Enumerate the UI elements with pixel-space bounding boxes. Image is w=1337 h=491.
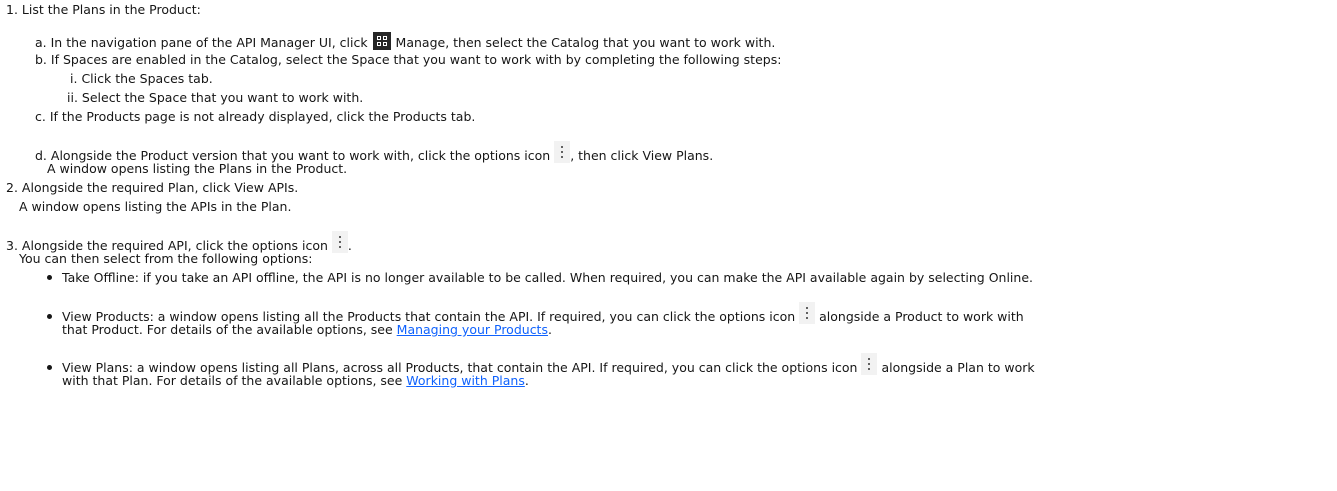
step-2-result: A window opens listing the APIs in the P… (19, 199, 292, 214)
step-1b-ii-text: Select the Space that you want to work w… (81, 90, 364, 105)
period: . (547, 322, 552, 337)
step-1-text: List the Plans in the Product: (21, 2, 201, 17)
bullet (47, 365, 52, 370)
step-1b-marker: b. (35, 52, 47, 67)
step-1b-text: If Spaces are enabled in the Catalog, se… (50, 52, 782, 67)
step-1a-text-after: Manage, then select the Catalog that you… (391, 35, 776, 50)
option-view-plans-line2: with that Plan. For details of the avail… (62, 373, 529, 389)
step-1b-i: i. Click the Spaces tab. (70, 71, 213, 87)
step-1a-text: In the navigation pane of the API Manage… (50, 35, 372, 50)
bullet (47, 314, 52, 319)
step-1d-result: A window opens listing the Plans in the … (47, 161, 348, 176)
step-1b-ii: ii. Select the Space that you want to wo… (67, 90, 363, 106)
step-3-intro: You can then select from the following o… (19, 251, 313, 266)
step-1-number: 1. (6, 2, 18, 17)
step-1b-i-text: Click the Spaces tab. (81, 71, 213, 86)
option-view-plans-text-after: alongside a Plan to work (877, 360, 1035, 375)
option-view-products-line2-text: that Product. For details of the availab… (62, 322, 397, 337)
step-1d-text-after: , then click View Plans. (570, 148, 714, 163)
option-take-offline: Take Offline: if you take an API offline… (47, 270, 1033, 286)
option-view-products-line2: that Product. For details of the availab… (62, 322, 552, 338)
step-2-number: 2. (6, 180, 18, 195)
step-1a: a. In the navigation pane of the API Man… (35, 32, 775, 51)
step-2: 2. Alongside the required Plan, click Vi… (6, 180, 298, 196)
step-1c-text: If the Products page is not already disp… (49, 109, 476, 124)
overflow-menu-icon (799, 302, 816, 324)
working-with-plans-link[interactable]: Working with Plans (406, 373, 525, 388)
option-take-offline-text: Take Offline: if you take an API offline… (62, 270, 1033, 285)
step-1c-marker: c. (35, 109, 46, 124)
overflow-menu-icon (861, 353, 878, 375)
step-1b-i-marker: i. (70, 71, 78, 86)
manage-grid-icon (372, 32, 391, 50)
step-3-number: 3. (6, 238, 18, 253)
step-1d-marker: d. (35, 148, 47, 163)
option-view-products-text-after: alongside a Product to work with (815, 309, 1024, 324)
step-3-text-after: . (347, 238, 352, 253)
overflow-menu-icon (331, 231, 348, 253)
step-1c: c. If the Products page is not already d… (35, 109, 475, 125)
step-1: 1. List the Plans in the Product: (6, 2, 201, 18)
step-2-text: Alongside the required Plan, click View … (21, 180, 299, 195)
step-1b: b. If Spaces are enabled in the Catalog,… (35, 52, 781, 68)
option-view-plans-line2-text: with that Plan. For details of the avail… (62, 373, 407, 388)
period: . (524, 373, 529, 388)
bullet (47, 275, 52, 280)
overflow-menu-icon (554, 141, 571, 163)
step-1b-ii-marker: ii. (67, 90, 78, 105)
step-1a-marker: a. (35, 35, 47, 50)
managing-products-link[interactable]: Managing your Products (397, 322, 548, 337)
